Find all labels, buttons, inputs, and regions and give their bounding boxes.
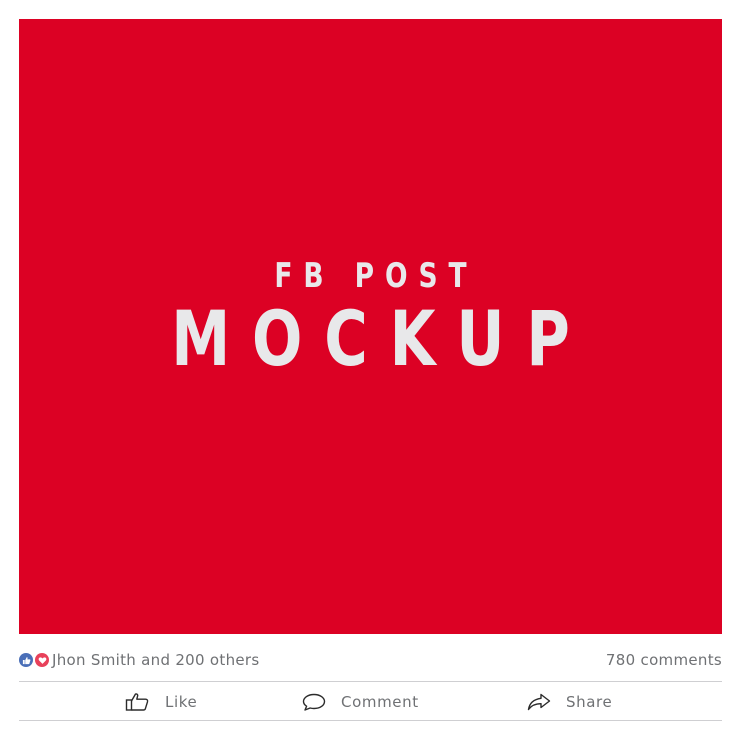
share-arrow-icon (526, 692, 552, 712)
comment-label: Comment (341, 693, 419, 711)
heart-reaction-icon (35, 653, 49, 667)
share-button[interactable]: Share (526, 688, 612, 716)
like-label: Like (165, 693, 198, 711)
comments-count[interactable]: 780 comments (606, 651, 722, 669)
headline-mockup: MOCKUP (171, 294, 592, 383)
divider-bottom (19, 720, 722, 721)
like-button[interactable]: Like (125, 688, 197, 716)
post-image[interactable]: FB POST MOCKUP (19, 19, 722, 634)
thumbs-up-icon (125, 692, 151, 712)
share-label: Share (566, 693, 613, 711)
reactions-summary[interactable]: Jhon Smith and 200 others 780 comments (19, 648, 722, 674)
comment-button[interactable]: Comment (301, 688, 419, 716)
divider-top (19, 681, 722, 682)
headline-fb-post: FB POST (274, 256, 478, 296)
like-reaction-icon (19, 653, 33, 667)
speech-bubble-icon (301, 692, 327, 712)
reactions-text[interactable]: Jhon Smith and 200 others (52, 651, 260, 669)
